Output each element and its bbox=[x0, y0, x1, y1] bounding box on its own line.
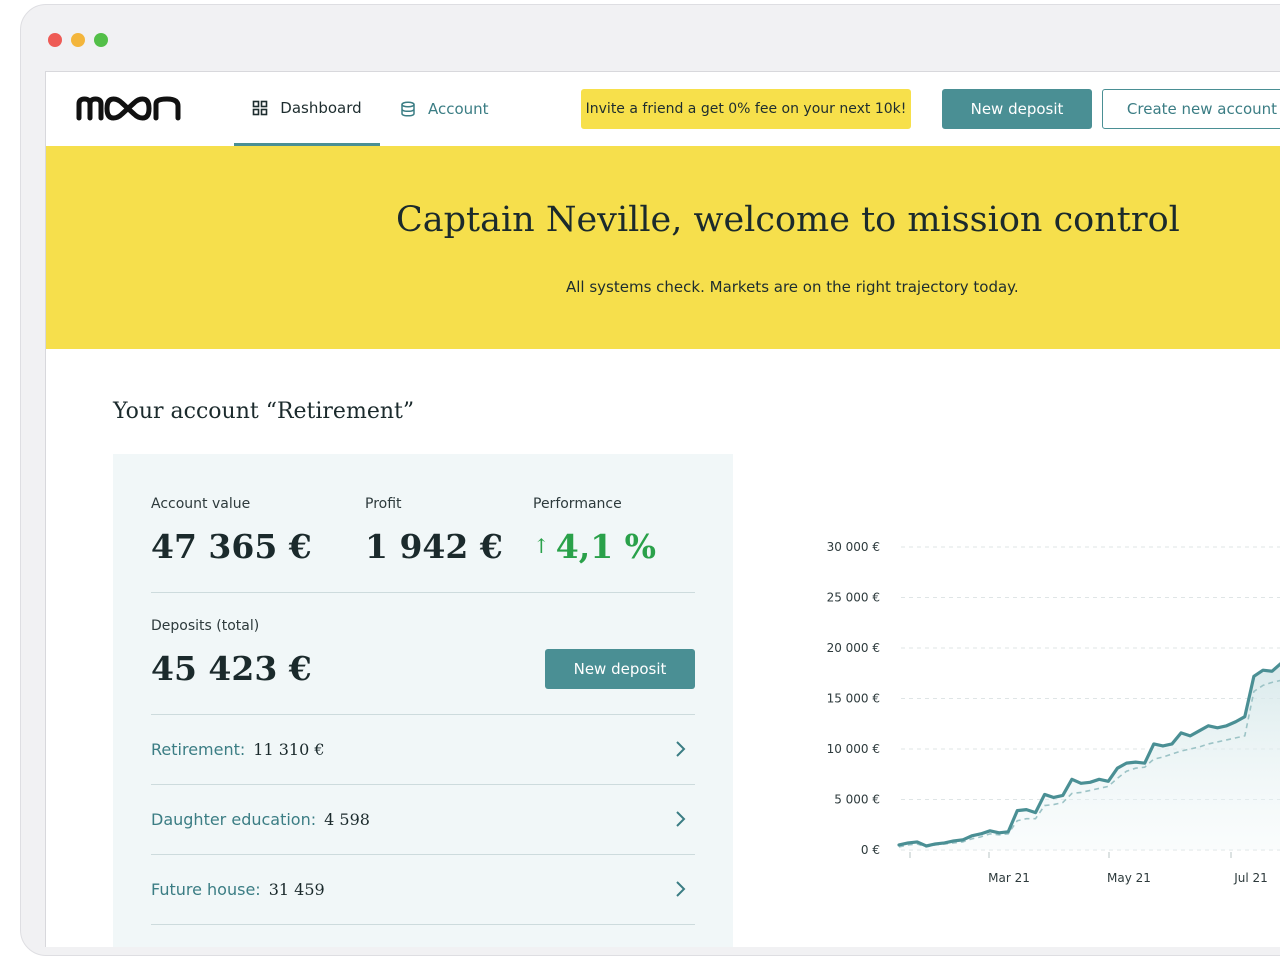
welcome-title: Captain Neville, welcome to mission cont… bbox=[396, 200, 1180, 240]
account-value-label: Account value bbox=[151, 496, 251, 512]
account-value-amount: 47 365 € bbox=[151, 527, 312, 566]
sub-account-value: 31 459 bbox=[268, 879, 325, 899]
chart-x-tick-label: Jul 21 bbox=[1233, 871, 1268, 885]
new-deposit-button[interactable]: New deposit bbox=[942, 89, 1092, 129]
tab-account-label: Account bbox=[428, 100, 489, 118]
chevron-right-icon bbox=[676, 881, 686, 897]
divider bbox=[151, 924, 695, 925]
top-nav: moon Dashboard Account bbox=[46, 72, 1280, 146]
welcome-hero: Captain Neville, welcome to mission cont… bbox=[46, 146, 1280, 349]
chart-area bbox=[899, 664, 1280, 850]
tab-dashboard-label: Dashboard bbox=[280, 98, 362, 117]
divider bbox=[151, 592, 695, 593]
chart-x-tick-label: Mar 21 bbox=[988, 871, 1030, 885]
database-icon bbox=[401, 101, 415, 117]
chart-y-tick-label: 0 € bbox=[861, 843, 880, 857]
sub-account-daughter-education[interactable]: Daughter education: 4 598 bbox=[151, 784, 695, 854]
performance-value: ↑ 4,1 % bbox=[533, 527, 656, 566]
account-value-stat: Account value 47 365 € bbox=[151, 496, 312, 566]
sub-account-value: 4 598 bbox=[324, 809, 370, 829]
sub-account-value: 11 310 € bbox=[253, 739, 325, 759]
sub-account-retirement[interactable]: Retirement: 11 310 € bbox=[151, 714, 695, 784]
chart-y-tick-label: 5 000 € bbox=[834, 793, 880, 807]
welcome-subtitle: All systems check. Markets are on the ri… bbox=[566, 278, 1019, 296]
maximize-window-button[interactable] bbox=[94, 33, 108, 47]
app-screen: moon Dashboard Account bbox=[45, 71, 1280, 947]
sub-account-label: Daughter education: bbox=[151, 809, 317, 829]
chevron-right-icon bbox=[676, 741, 686, 757]
panel-new-deposit-button[interactable]: New deposit bbox=[545, 649, 695, 689]
create-account-button[interactable]: Create new account bbox=[1102, 89, 1280, 129]
sub-account-label: Retirement: bbox=[151, 739, 246, 759]
arrow-up-icon: ↑ bbox=[533, 534, 550, 558]
chart-y-tick-label: 10 000 € bbox=[827, 742, 880, 756]
chevron-right-icon bbox=[676, 811, 686, 827]
browser-window: moon Dashboard Account bbox=[20, 4, 1280, 956]
performance-stat: Performance ↑ 4,1 % bbox=[533, 496, 656, 566]
close-window-button[interactable] bbox=[48, 33, 62, 47]
chart-y-tick-label: 30 000 € bbox=[827, 540, 880, 554]
moon-logo[interactable]: moon bbox=[76, 94, 184, 122]
profit-stat: Profit 1 942 € bbox=[365, 496, 503, 566]
profit-label: Profit bbox=[365, 496, 402, 512]
account-summary-panel: Account value 47 365 € Profit 1 942 € Pe… bbox=[113, 454, 733, 947]
chart-y-tick-label: 25 000 € bbox=[827, 591, 880, 605]
profit-amount: 1 942 € bbox=[365, 527, 503, 566]
sub-account-label: Future house: bbox=[151, 879, 261, 899]
sub-account-future-house[interactable]: Future house: 31 459 bbox=[151, 854, 695, 924]
performance-percent: 4,1 % bbox=[555, 527, 657, 566]
tab-account[interactable]: Account bbox=[400, 72, 489, 146]
deposits-amount: 45 423 € bbox=[151, 649, 312, 688]
chart-x-tick-label: May 21 bbox=[1107, 871, 1151, 885]
grid-icon bbox=[252, 100, 268, 115]
chart-y-tick-label: 15 000 € bbox=[827, 692, 880, 706]
deposits-total-stat: Deposits (total) 45 423 € bbox=[151, 618, 312, 688]
invite-promo-banner[interactable]: Invite a friend a get 0% fee on your nex… bbox=[581, 89, 911, 129]
chart-y-tick-label: 20 000 € bbox=[827, 641, 880, 655]
window-controls bbox=[48, 33, 108, 47]
deposits-label: Deposits (total) bbox=[151, 618, 260, 634]
account-section-title: Your account “Retirement” bbox=[113, 399, 415, 424]
performance-label: Performance bbox=[533, 496, 622, 512]
minimize-window-button[interactable] bbox=[71, 33, 85, 47]
tab-dashboard[interactable]: Dashboard bbox=[234, 72, 380, 146]
account-value-chart: 0 € 5 000 € 10 000 € 15 000 € 20 000 € 25 000… bbox=[827, 540, 1280, 885]
